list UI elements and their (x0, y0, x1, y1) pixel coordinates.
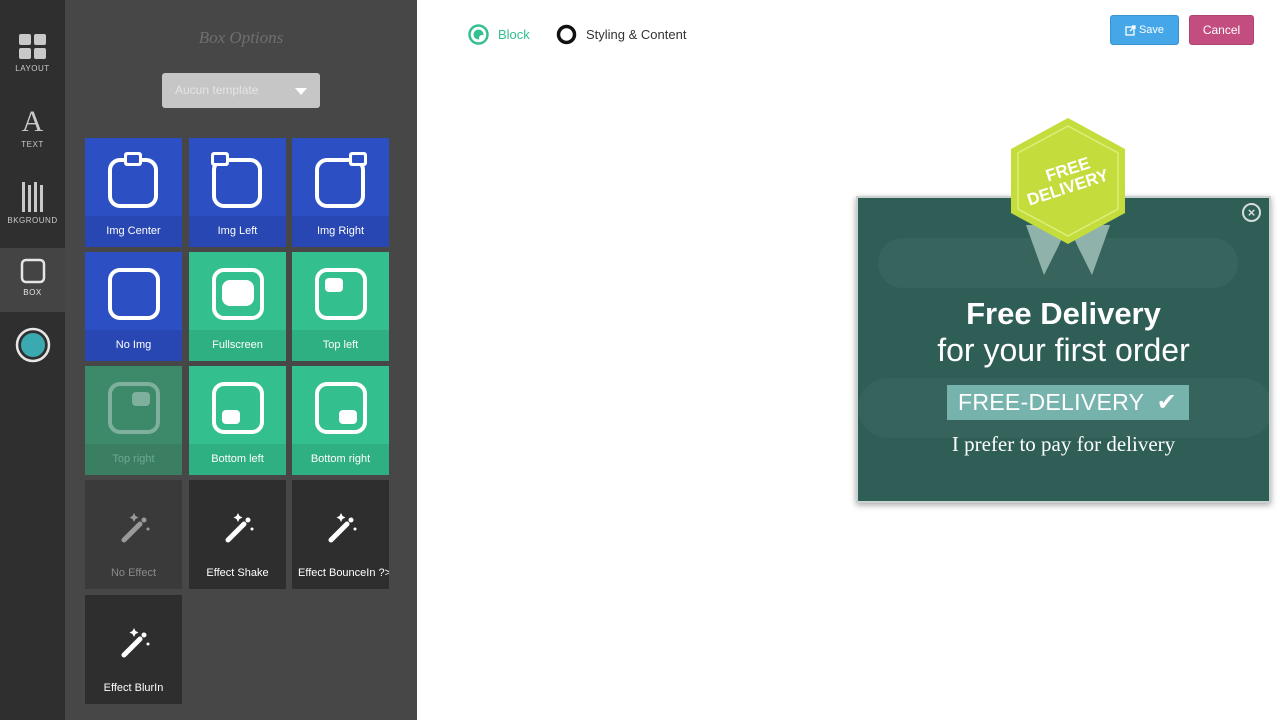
save-label: Save (1138, 24, 1165, 36)
tile-top-left[interactable]: Top left (292, 252, 389, 361)
popup-subheadline: for your first order (937, 332, 1190, 368)
tile-effect-shake[interactable]: Effect Shake (189, 480, 286, 589)
tab-styling-label: Styling & Content (586, 27, 687, 42)
tile-bottom-right[interactable]: Bottom right (292, 366, 389, 475)
box-bottom-right-icon (314, 382, 367, 434)
coupon-code[interactable]: FREE-DELIVERY ✔ (947, 385, 1189, 420)
tile-top-right[interactable]: Top right (85, 366, 182, 475)
color-circle-icon (15, 327, 50, 363)
box-top-left-icon (314, 268, 367, 320)
box-img-right-icon (314, 152, 367, 208)
layout-grid-icon (18, 34, 46, 59)
rail-item-color[interactable] (0, 327, 65, 363)
rail-item-background[interactable]: BKGROUND (0, 182, 65, 225)
rail-label: TEXT (21, 140, 44, 149)
panel-title: Box Options (198, 28, 284, 47)
tab-block[interactable]: Block (468, 24, 530, 45)
box-square-icon (20, 258, 45, 284)
magic-wand-icon (225, 513, 253, 543)
save-button[interactable]: Save (1110, 15, 1179, 45)
tile-fullscreen[interactable]: Fullscreen (189, 252, 286, 361)
tile-label: Top right (85, 444, 182, 475)
tile-label: Img Left (189, 216, 286, 247)
check-icon: ✔ (1156, 389, 1177, 416)
cancel-label: Cancel (1202, 23, 1241, 37)
magic-wand-icon (121, 513, 149, 543)
tile-img-left[interactable]: Img Left (189, 138, 286, 247)
box-bottom-left-icon (211, 382, 264, 434)
background-bars-icon (21, 182, 43, 212)
tile-img-center[interactable]: Img Center (85, 138, 182, 247)
tile-label: Fullscreen (189, 330, 286, 361)
tile-label: Top left (292, 330, 389, 361)
ring-icon (556, 24, 577, 45)
text-a-icon: A (21, 105, 44, 138)
tab-block-label: Block (498, 27, 530, 42)
rail-item-layout[interactable]: LAYOUT (0, 34, 65, 73)
box-fullscreen-icon (211, 268, 264, 320)
coupon-code-text: FREE-DELIVERY (958, 389, 1145, 415)
rail-label: LAYOUT (15, 64, 50, 73)
box-top-right-icon (107, 382, 160, 434)
tile-label: No Img (85, 330, 182, 361)
box-img-left-icon (210, 152, 262, 208)
tile-label: Bottom right (292, 444, 389, 475)
tool-rail: LAYOUT A TEXT BKGROUND BOX (0, 0, 65, 720)
tile-effect-bouncein[interactable]: Effect BounceIn ?> (292, 480, 389, 589)
rail-label: BOX (23, 288, 42, 297)
template-select[interactable]: Aucun template (162, 73, 320, 108)
rail-label: BKGROUND (7, 216, 58, 225)
tile-label: Img Right (292, 216, 389, 247)
tile-label: Effect BounceIn ?> (298, 567, 389, 579)
tile-label: Img Center (85, 216, 182, 247)
popup-headline: Free Delivery (966, 296, 1161, 331)
close-icon[interactable]: × (1242, 203, 1261, 222)
tile-label: No Effect (110, 567, 157, 579)
magic-wand-icon (121, 628, 149, 658)
tile-label: Effect Shake (206, 567, 269, 579)
tile-bottom-left[interactable]: Bottom left (189, 366, 286, 475)
tab-styling-content[interactable]: Styling & Content (556, 24, 686, 45)
external-link-icon (1125, 24, 1136, 36)
rail-item-box[interactable]: BOX (0, 258, 65, 297)
tile-no-img[interactable]: No Img (85, 252, 182, 361)
template-select-value: Aucun template (175, 83, 259, 97)
box-no-img-icon (107, 268, 160, 320)
chevron-down-icon (295, 88, 307, 95)
tile-label: Bottom left (189, 444, 286, 475)
rail-item-text[interactable]: A TEXT (0, 105, 65, 150)
tile-img-right[interactable]: Img Right (292, 138, 389, 247)
decline-link[interactable]: I prefer to pay for delivery (856, 432, 1271, 457)
tile-label: Effect BlurIn (103, 682, 164, 694)
box-img-center-icon (107, 152, 158, 208)
tile-effect-blurin[interactable]: Effect BlurIn (85, 595, 182, 704)
cancel-button[interactable]: Cancel (1189, 15, 1254, 45)
tile-no-effect[interactable]: No Effect (85, 480, 182, 589)
magic-wand-icon (328, 513, 356, 543)
palette-icon (468, 24, 489, 45)
